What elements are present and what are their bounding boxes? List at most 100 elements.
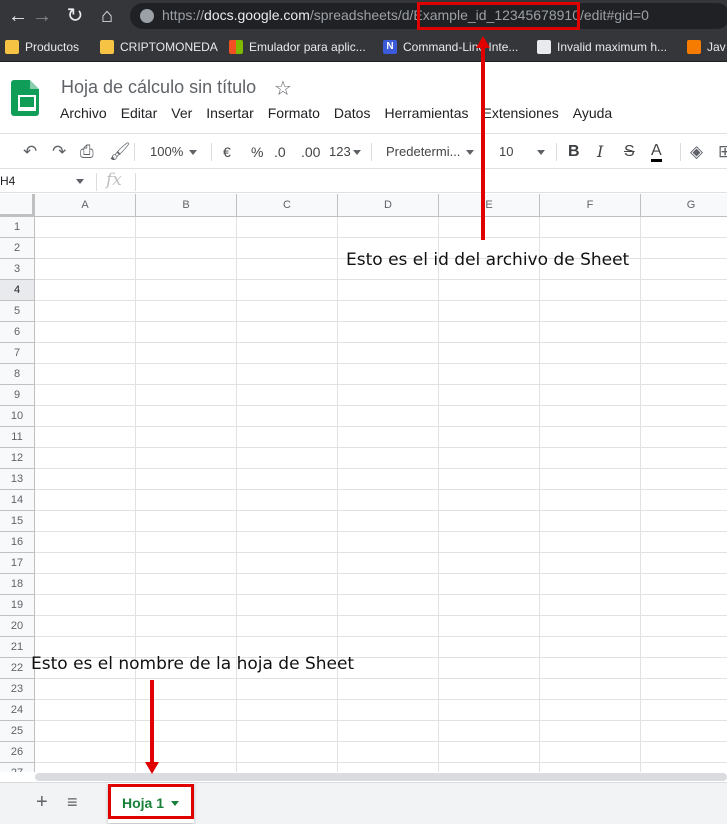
spreadsheet-grid[interactable]: A B C D E F G 1 2 3 4 5 6 7 8 9 10 11 12 13 14 15 16 17 1… — [0, 194, 727, 772]
row-header-3[interactable]: 3 — [0, 259, 35, 280]
row-header-22[interactable]: 22 — [0, 658, 35, 679]
paint-format-icon[interactable]: 🖌 — [109, 142, 131, 162]
file-id-highlight — [417, 2, 580, 30]
percent-button[interactable]: % — [251, 142, 263, 162]
bookmarks-bar: Productos CRIPTOMONEDA Emulador para apl… — [0, 32, 727, 62]
bookmark-invalid-maximum[interactable]: Invalid maximum h... — [537, 38, 667, 56]
zoom-value: 100% — [150, 144, 184, 159]
row-header-26[interactable]: 26 — [0, 742, 35, 763]
row-header-24[interactable]: 24 — [0, 700, 35, 721]
microsoft-icon — [229, 40, 243, 54]
row-header-2[interactable]: 2 — [0, 238, 35, 259]
sheet-name-annotation: Esto es el nombre de la hoja de Sheet — [31, 654, 355, 674]
row-header-15[interactable]: 15 — [0, 511, 35, 532]
chevron-down-icon — [352, 150, 361, 156]
bold-button[interactable]: B — [568, 142, 580, 162]
bookmark-jav[interactable]: Jav — [687, 38, 726, 56]
bookmark-productos[interactable]: Productos — [5, 38, 79, 56]
row-header-5[interactable]: 5 — [0, 301, 35, 322]
row-header-23[interactable]: 23 — [0, 679, 35, 700]
column-header-f[interactable]: F — [540, 194, 641, 217]
document-title[interactable]: Hoja de cálculo sin título — [61, 77, 256, 98]
row-header-1[interactable]: 1 — [0, 217, 35, 238]
currency-button[interactable]: € — [223, 142, 231, 162]
row-header-11[interactable]: 11 — [0, 427, 35, 448]
row-header-10[interactable]: 10 — [0, 406, 35, 427]
n-icon: N — [383, 40, 397, 54]
horizontal-scrollbar[interactable] — [35, 773, 727, 781]
row-header-19[interactable]: 19 — [0, 595, 35, 616]
select-all-corner[interactable] — [0, 194, 35, 217]
menu-archivo[interactable]: Archivo — [60, 105, 121, 125]
text-color-button[interactable]: A — [651, 142, 662, 162]
italic-button[interactable]: I — [597, 142, 603, 162]
font-family-select[interactable]: Predetermi... — [386, 142, 475, 162]
url-host: docs.google.com — [204, 7, 310, 23]
row-header-14[interactable]: 14 — [0, 490, 35, 511]
menu-herramientas[interactable]: Herramientas — [384, 105, 482, 125]
row-header-9[interactable]: 9 — [0, 385, 35, 406]
grid-line — [35, 321, 727, 322]
menu-insertar[interactable]: Insertar — [206, 105, 267, 125]
back-icon[interactable]: ← — [6, 4, 30, 28]
column-header-b[interactable]: B — [136, 194, 237, 217]
more-formats-button[interactable]: 123 — [329, 142, 361, 162]
font-size-select[interactable]: 10 — [499, 142, 546, 162]
row-header-25[interactable]: 25 — [0, 721, 35, 742]
formatting-toolbar: ↶ ↷ ⎙ 🖌 100% € % .0 .00 123 Predetermi..… — [0, 133, 727, 169]
grid-line — [35, 489, 727, 490]
row-header-8[interactable]: 8 — [0, 364, 35, 385]
column-header-e[interactable]: E — [439, 194, 540, 217]
fill-color-icon[interactable]: ◈ — [690, 142, 703, 162]
row-header-12[interactable]: 12 — [0, 448, 35, 469]
print-icon[interactable]: ⎙ — [80, 142, 94, 162]
strikethrough-button[interactable]: S — [624, 142, 635, 162]
grid-line — [35, 300, 727, 301]
sheet-tab-highlight — [108, 784, 194, 819]
grid-line — [35, 468, 727, 469]
chevron-down-icon[interactable] — [76, 179, 84, 184]
row-header-18[interactable]: 18 — [0, 574, 35, 595]
name-box[interactable]: H4 — [0, 174, 15, 188]
row-header-20[interactable]: 20 — [0, 616, 35, 637]
row-header-17[interactable]: 17 — [0, 553, 35, 574]
add-sheet-icon[interactable]: + — [36, 791, 48, 814]
row-header-16[interactable]: 16 — [0, 532, 35, 553]
column-header-d[interactable]: D — [338, 194, 439, 217]
zoom-select[interactable]: 100% — [150, 142, 198, 162]
menu-datos[interactable]: Datos — [334, 105, 385, 125]
grid-line — [35, 741, 727, 742]
all-sheets-icon[interactable]: ≡ — [67, 792, 78, 813]
menu-ayuda[interactable]: Ayuda — [573, 105, 626, 125]
bookmark-emulador[interactable]: Emulador para aplic... — [229, 38, 366, 56]
grid-line — [35, 426, 727, 427]
toolbar-divider — [680, 143, 681, 161]
row-header-21[interactable]: 21 — [0, 637, 35, 658]
redo-icon[interactable]: ↷ — [52, 142, 66, 162]
row-header-13[interactable]: 13 — [0, 469, 35, 490]
menu-editar[interactable]: Editar — [121, 105, 172, 125]
column-header-g[interactable]: G — [641, 194, 727, 217]
increase-decimals-button[interactable]: .00 — [301, 142, 320, 162]
home-icon[interactable]: ⌂ — [95, 4, 119, 28]
undo-icon[interactable]: ↶ — [23, 142, 37, 162]
row-header-6[interactable]: 6 — [0, 322, 35, 343]
row-header-27[interactable]: 27 — [0, 763, 35, 772]
forward-icon[interactable]: → — [30, 4, 54, 28]
decrease-decimals-button[interactable]: .0 — [274, 142, 286, 162]
column-header-a[interactable]: A — [35, 194, 136, 217]
bookmark-command-line[interactable]: N Command-Line Inte... — [383, 38, 518, 56]
star-icon[interactable]: ☆ — [274, 76, 292, 101]
site-info-icon[interactable] — [140, 9, 154, 23]
bookmark-criptomoneda[interactable]: CRIPTOMONEDA — [100, 38, 218, 56]
menu-ver[interactable]: Ver — [171, 105, 206, 125]
column-header-c[interactable]: C — [237, 194, 338, 217]
row-header-4[interactable]: 4 — [0, 280, 35, 301]
borders-icon[interactable]: ⊞ — [718, 142, 727, 162]
sheets-logo-icon[interactable] — [11, 80, 39, 116]
row-header-7[interactable]: 7 — [0, 343, 35, 364]
reload-icon[interactable]: ↻ — [63, 4, 87, 28]
menu-extensiones[interactable]: Extensiones — [482, 105, 572, 125]
menu-formato[interactable]: Formato — [268, 105, 334, 125]
toolbar-divider — [135, 173, 136, 191]
